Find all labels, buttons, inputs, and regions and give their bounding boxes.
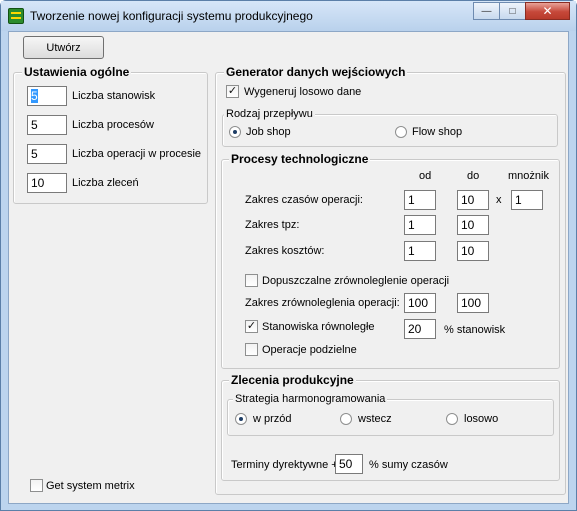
operations-count-input[interactable]: 5 <box>27 144 67 164</box>
strategy-group: Strategia harmonogramowania w przód wste… <box>227 393 554 436</box>
parallel-stations-unit: % stanowisk <box>444 324 506 336</box>
flow-shop-radio[interactable] <box>395 126 407 138</box>
orders-count-label: Liczba zleceń <box>72 177 139 189</box>
job-shop-radio[interactable] <box>229 126 241 138</box>
random-label: losowo <box>464 413 499 425</box>
parallel-stations-checkbox[interactable]: ✓ <box>245 320 258 333</box>
title-bar[interactable]: Tworzenie nowej konfiguracji systemu pro… <box>1 1 576 31</box>
parallel-range-to-input[interactable]: 100 <box>457 293 489 313</box>
backward-label: wstecz <box>358 413 392 425</box>
maximize-button[interactable]: □ <box>499 2 526 20</box>
tpz-label: Zakres tpz: <box>245 219 300 231</box>
parallel-range-from-input[interactable]: 100 <box>404 293 436 313</box>
general-settings-title: Ustawienia ogólne <box>22 65 132 79</box>
multiplier-column-header: mnożnik <box>508 170 549 182</box>
deadline-label: Terminy dyrektywne + <box>231 459 338 471</box>
parallel-stations-input[interactable]: 20 <box>404 319 436 339</box>
job-shop-label: Job shop <box>246 126 291 138</box>
close-button[interactable]: ✕ <box>525 2 570 20</box>
operation-times-multiplier-input[interactable]: 1 <box>511 190 543 210</box>
multiply-sign: x <box>496 194 502 206</box>
backward-radio[interactable] <box>340 413 352 425</box>
operations-count-label: Liczba operacji w procesie <box>72 148 202 160</box>
app-icon <box>8 8 24 24</box>
forward-radio[interactable] <box>235 413 247 425</box>
flow-type-title: Rodzaj przepływu <box>224 108 315 120</box>
operation-times-label: Zakres czasów operacji: <box>245 194 363 206</box>
get-system-metrix-checkbox[interactable] <box>30 479 43 492</box>
random-data-checkbox[interactable]: ✓ <box>226 85 239 98</box>
processes-group: Procesy technologiczne od do mnożnik Zak… <box>221 152 560 369</box>
orders-title: Zlecenia produkcyjne <box>229 373 356 387</box>
random-data-label: Wygeneruj losowo dane <box>244 86 362 98</box>
window-title: Tworzenie nowej konfiguracji systemu pro… <box>30 9 313 23</box>
tpz-from-input[interactable]: 1 <box>404 215 436 235</box>
operation-times-from-input[interactable]: 1 <box>404 190 436 210</box>
divisible-operations-checkbox[interactable] <box>245 343 258 356</box>
deadline-unit: % sumy czasów <box>369 459 448 471</box>
general-settings-group: Ustawienia ogólne 5 Liczba stanowisk 5 L… <box>13 65 208 204</box>
costs-label: Zakres kosztów: <box>245 245 325 257</box>
generator-group: Generator danych wejściowych ✓ Wygeneruj… <box>215 65 566 495</box>
generator-title: Generator danych wejściowych <box>224 65 408 79</box>
app-window: Tworzenie nowej konfiguracji systemu pro… <box>0 0 577 511</box>
processes-count-label: Liczba procesów <box>72 119 154 131</box>
random-radio[interactable] <box>446 413 458 425</box>
flow-shop-label: Flow shop <box>412 126 463 138</box>
orders-group: Zlecenia produkcyjne Strategia harmonogr… <box>221 373 560 481</box>
flow-type-group: Rodzaj przepływu Job shop Flow shop <box>222 108 558 147</box>
orders-count-input[interactable]: 10 <box>27 173 67 193</box>
processes-title: Procesy technologiczne <box>229 152 371 166</box>
processes-count-input[interactable]: 5 <box>27 115 67 135</box>
parallel-allowed-label: Dopuszczalne zrównoleglenie operacji <box>262 275 450 287</box>
stations-count-label: Liczba stanowisk <box>72 90 156 102</box>
strategy-title: Strategia harmonogramowania <box>233 393 388 405</box>
get-system-metrix-label: Get system metrix <box>46 480 135 492</box>
parallel-stations-label: Stanowiska równoległe <box>262 321 375 333</box>
forward-label: w przód <box>253 413 292 425</box>
divisible-operations-label: Operacje podzielne <box>262 344 357 356</box>
deadline-input[interactable]: 50 <box>335 454 363 474</box>
client-area: Utwórz Ustawienia ogólne 5 Liczba stanow… <box>8 31 569 504</box>
from-column-header: od <box>419 170 432 182</box>
costs-to-input[interactable]: 10 <box>457 241 489 261</box>
stations-count-input[interactable]: 5 <box>27 86 67 106</box>
minimize-button[interactable]: — <box>473 2 500 20</box>
to-column-header: do <box>467 170 480 182</box>
caption-buttons: — □ ✕ <box>473 2 570 20</box>
operation-times-to-input[interactable]: 10 <box>457 190 489 210</box>
costs-from-input[interactable]: 1 <box>404 241 436 261</box>
parallel-range-label: Zakres zrównoleglenia operacji: <box>245 297 400 309</box>
parallel-allowed-checkbox[interactable] <box>245 274 258 287</box>
tpz-to-input[interactable]: 10 <box>457 215 489 235</box>
create-button[interactable]: Utwórz <box>23 36 104 59</box>
